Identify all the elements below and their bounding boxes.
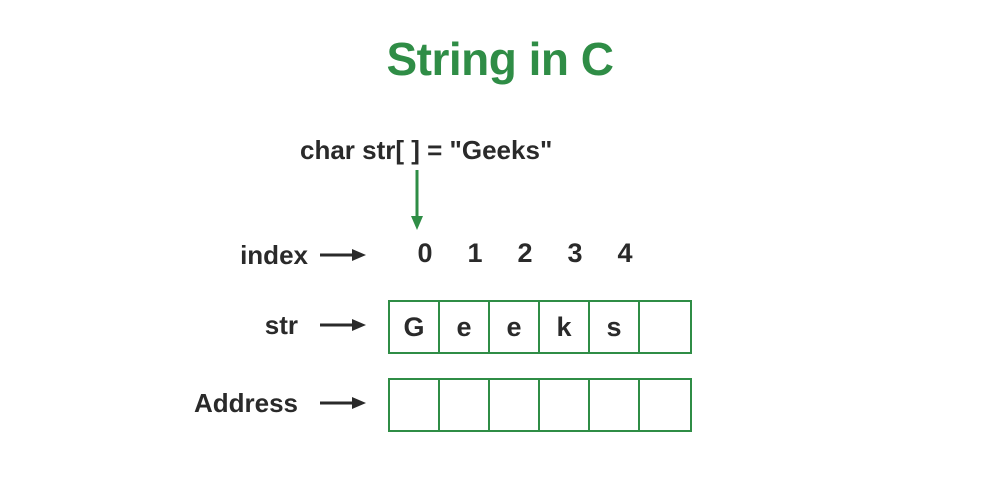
address-cells [388,378,692,432]
index-value: 4 [600,238,650,269]
str-cell [640,302,690,352]
str-cell: G [390,302,440,352]
code-declaration: char str[ ] = "Geeks" [300,135,552,166]
str-cell: e [440,302,490,352]
address-cell [590,380,640,430]
index-value: 0 [400,238,450,269]
address-cell [540,380,590,430]
label-index: index [228,240,308,271]
str-cell: e [490,302,540,352]
str-cells: G e e k s [388,300,692,354]
address-cell [390,380,440,430]
label-str: str [238,310,298,341]
index-value: 2 [500,238,550,269]
arrow-right-icon [320,396,366,410]
address-cell [440,380,490,430]
diagram-title: String in C [0,0,1000,86]
index-value: 3 [550,238,600,269]
address-cell [640,380,690,430]
index-value: 1 [450,238,500,269]
arrow-right-icon [320,318,366,332]
index-row: 0 1 2 3 4 [400,238,650,269]
label-address: Address [178,388,298,419]
address-cell [490,380,540,430]
arrow-down-icon [410,170,424,230]
str-cell: s [590,302,640,352]
str-cell: k [540,302,590,352]
arrow-right-icon [320,248,366,262]
